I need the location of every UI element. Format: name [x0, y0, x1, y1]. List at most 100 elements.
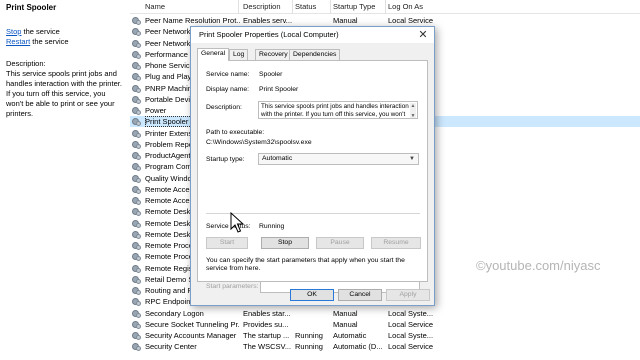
ok-button[interactable]: OK: [290, 289, 334, 301]
col-header-description[interactable]: Description: [243, 2, 281, 11]
chevron-down-icon: ▼: [409, 156, 415, 162]
pause-button[interactable]: Pause: [316, 237, 364, 249]
scroll-down-icon[interactable]: ▼: [410, 113, 416, 118]
col-header-status[interactable]: Status: [295, 2, 316, 11]
service-gear-icon: [132, 230, 141, 239]
tab-general[interactable]: General: [197, 48, 230, 61]
col-header-startup-type[interactable]: Startup Type: [333, 2, 375, 11]
close-icon[interactable]: ✕: [416, 28, 430, 42]
description-label: Description:: [206, 104, 242, 111]
display-name-value: Print Spooler: [259, 86, 299, 93]
service-gear-icon: [132, 163, 141, 172]
tab-dependencies[interactable]: Dependencies: [289, 49, 341, 60]
service-gear-icon: [132, 253, 141, 262]
service-gear-icon: [132, 197, 141, 205]
general-tab-panel: Service name: Spooler Display name: Prin…: [197, 60, 428, 293]
path-label: Path to executable:: [206, 129, 265, 136]
table-row[interactable]: Security Center The WSCSV... Running Automa…: [130, 341, 640, 352]
service-gear-icon: [132, 28, 141, 37]
service-gear-icon: [132, 39, 141, 48]
mouse-cursor-icon: [230, 212, 244, 233]
description-text: This service spools print jobs and handl…: [6, 69, 122, 118]
service-status-value: Running: [259, 223, 285, 230]
dialog-titlebar[interactable]: Print Spooler Properties (Local Computer…: [191, 27, 434, 43]
row-log-on-as: Local Service: [388, 342, 434, 352]
row-startup-type: Manual: [333, 16, 358, 25]
dialog-title: Print Spooler Properties (Local Computer…: [199, 30, 339, 39]
service-gear-icon: [132, 219, 141, 228]
service-gear-icon: [132, 107, 141, 115]
service-gear-icon: [132, 84, 141, 93]
start-button[interactable]: Start: [206, 237, 248, 249]
stop-button[interactable]: Stop: [261, 237, 309, 249]
col-divider[interactable]: [330, 0, 331, 14]
service-gear-icon: [132, 298, 141, 307]
watermark-text: ©youtube.com/niyasc: [476, 258, 601, 273]
service-name-value: Spooler: [259, 71, 283, 78]
description-heading: Description:: [6, 59, 46, 68]
description-value: This service spools print jobs and handl…: [261, 103, 409, 118]
row-description: Enables star...: [243, 308, 291, 318]
service-gear-icon: [132, 320, 141, 329]
row-name: Secure Socket Tunneling Pr...: [145, 319, 240, 329]
scroll-up-icon[interactable]: ▲: [410, 103, 416, 109]
row-log-on-as: Local Service: [388, 16, 434, 25]
tab-log-on[interactable]: Log On: [229, 49, 249, 68]
service-gear-icon: [132, 185, 141, 194]
row-name: Peer Name Resolution Prot...: [145, 16, 240, 25]
row-log-on-as: Local Syste...: [388, 331, 434, 340]
tab-recovery[interactable]: Recovery: [255, 49, 292, 60]
restart-action-line: Restart the service: [6, 37, 122, 47]
col-divider[interactable]: [238, 0, 239, 14]
properties-dialog: Print Spooler Properties (Local Computer…: [190, 26, 435, 306]
description-textbox[interactable]: This service spools print jobs and handl…: [258, 101, 418, 119]
col-divider[interactable]: [292, 0, 293, 14]
row-startup-type: Manual: [333, 319, 358, 329]
row-log-on-as: Local Syste...: [388, 308, 434, 318]
service-gear-icon: [132, 152, 141, 160]
start-parameters-hint: You can specify the start parameters tha…: [206, 257, 405, 272]
col-header-name[interactable]: Name: [145, 2, 165, 11]
table-row[interactable]: Security Accounts Manager The startup ...…: [130, 330, 640, 341]
resume-button[interactable]: Resume: [371, 237, 421, 249]
row-description: Provides su...: [243, 319, 289, 329]
service-description-pane: Print Spooler Stop the service Restart t…: [0, 0, 128, 360]
row-status: Running: [295, 331, 323, 340]
cancel-button[interactable]: Cancel: [338, 289, 382, 301]
startup-type-select[interactable]: Automatic ▼: [258, 153, 419, 165]
stop-service-link[interactable]: Stop: [6, 27, 21, 36]
stop-action-line: Stop the service: [6, 27, 122, 37]
service-gear-icon: [132, 118, 141, 127]
row-description: The WSCSV...: [243, 342, 292, 352]
service-gear-icon: [132, 287, 141, 295]
service-gear-icon: [132, 343, 141, 352]
table-row[interactable]: Secure Socket Tunneling Pr... Provides su…: [130, 319, 640, 330]
service-gear-icon: [132, 140, 141, 149]
col-divider[interactable]: [385, 0, 386, 14]
table-row[interactable]: Secondary Logon Enables star... Manual Loca…: [130, 308, 640, 319]
row-name: Security Accounts Manager: [145, 331, 237, 340]
service-gear-icon: [132, 50, 141, 59]
description-scrollbar[interactable]: ▲ ▼: [410, 103, 416, 118]
service-gear-icon: [132, 17, 141, 25]
apply-button[interactable]: Apply: [386, 289, 430, 301]
service-gear-icon: [132, 174, 141, 183]
row-startup-type: Automatic (D...: [333, 342, 383, 352]
row-description: Enables serv...: [243, 16, 293, 25]
row-name: Secondary Logon: [145, 308, 204, 318]
col-header-log-on-as[interactable]: Log On As: [388, 2, 423, 11]
service-name-label: Service name:: [206, 71, 250, 78]
row-log-on-as: Local Service: [388, 319, 434, 329]
service-gear-icon: [132, 129, 141, 138]
service-gear-icon: [132, 73, 141, 82]
table-row[interactable]: Peer Name Resolution Prot... Enables serv…: [130, 15, 640, 26]
display-name-label: Display name:: [206, 86, 250, 93]
service-gear-icon: [132, 95, 141, 104]
row-startup-type: Manual: [333, 308, 358, 318]
selected-service-title: Print Spooler: [6, 3, 57, 12]
list-header: Name Description Status Startup Type Log…: [130, 0, 640, 14]
restart-service-link[interactable]: Restart: [6, 37, 30, 46]
service-gear-icon: [132, 332, 141, 340]
service-gear-icon: [132, 242, 141, 250]
row-description: The startup ...: [243, 331, 290, 340]
